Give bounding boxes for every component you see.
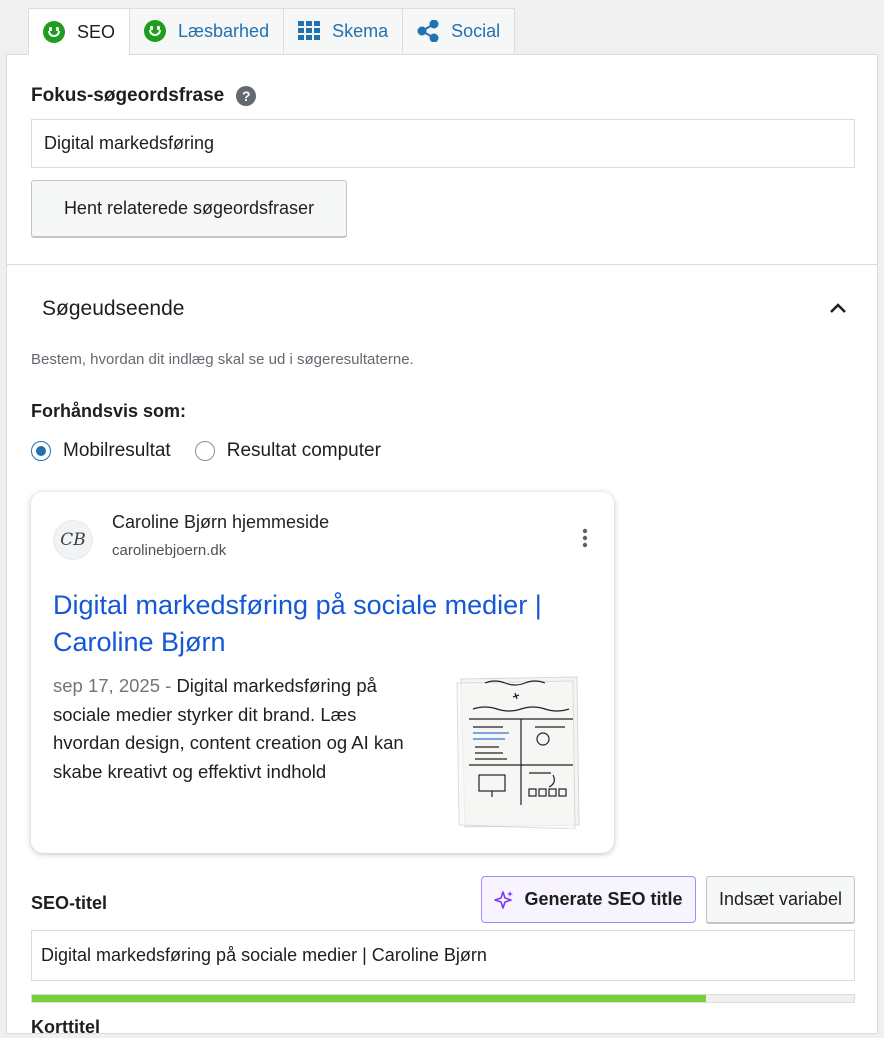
metabox-tabs: SEO Læsbarhed Skema Social [28,8,516,55]
generate-seo-title-label: Generate SEO title [524,889,683,909]
generate-seo-title-button[interactable]: Generate SEO title [481,876,696,923]
preview-snippet: sep 17, 2025 - Digital markedsføring på … [53,675,404,782]
preview-thumbnail [455,675,581,829]
smiley-good-icon [43,21,65,43]
tab-social[interactable]: Social [402,8,516,53]
tab-label: Læsbarhed [178,20,270,41]
tab-schema[interactable]: Skema [283,8,404,53]
seo-title-input[interactable]: Digital markedsføring på sociale medier … [31,930,855,981]
smiley-good-icon [144,20,167,42]
get-related-keyphrases-button[interactable]: Hent relaterede søgeordsfraser [31,180,347,237]
grid-icon [298,21,321,41]
more-vert-icon[interactable] [577,526,593,550]
search-appearance-title: Søgeudseende [42,297,185,320]
tab-label: SEO [77,21,116,42]
preview-site-name: Caroline Bjørn hjemmeside [112,512,330,532]
tab-readability[interactable]: Læsbarhed [129,8,285,53]
section-divider [7,264,877,265]
focus-keyphrase-input[interactable]: Digital markedsføring [31,119,855,168]
progress-fill [32,995,707,1002]
radio-mobile-label[interactable]: Mobilresultat [63,440,171,462]
seo-title-length-progress [31,994,855,1003]
seo-panel: Fokus-søgeordsfrase ? Digital markedsfør… [6,54,878,1037]
insert-variable-button[interactable]: Indsæt variabel [706,876,855,923]
tab-seo[interactable]: SEO [28,8,131,55]
preview-as-label: Forhåndsvis som: [31,401,187,421]
share-icon [417,20,439,42]
tab-label: Social [451,20,501,41]
google-preview-card: CB Caroline Bjørn hjemmeside carolinebjo… [31,492,614,853]
preview-url: carolinebjoern.dk [112,542,227,559]
focus-keyphrase-label: Fokus-søgeordsfrase ? [31,85,257,107]
chevron-up-icon[interactable] [827,297,849,319]
tab-label: Skema [332,20,389,41]
search-appearance-description: Bestem, hvordan dit indlæg skal se ud i … [31,351,414,368]
preview-mode-options: Mobilresultat Resultat computer [31,440,381,462]
preview-date: sep 17, 2025 [53,675,160,696]
sparkle-icon [494,890,514,910]
preview-title[interactable]: Digital markedsføring på sociale medier … [53,587,593,661]
site-favicon: CB [53,520,93,560]
radio-desktop-label[interactable]: Resultat computer [227,440,381,462]
seo-title-label: SEO-titel [31,893,108,913]
radio-mobile[interactable] [31,441,51,461]
help-icon[interactable]: ? [236,86,257,106]
radio-desktop[interactable] [194,441,215,461]
next-field-label: Korttitel [31,1017,100,1037]
